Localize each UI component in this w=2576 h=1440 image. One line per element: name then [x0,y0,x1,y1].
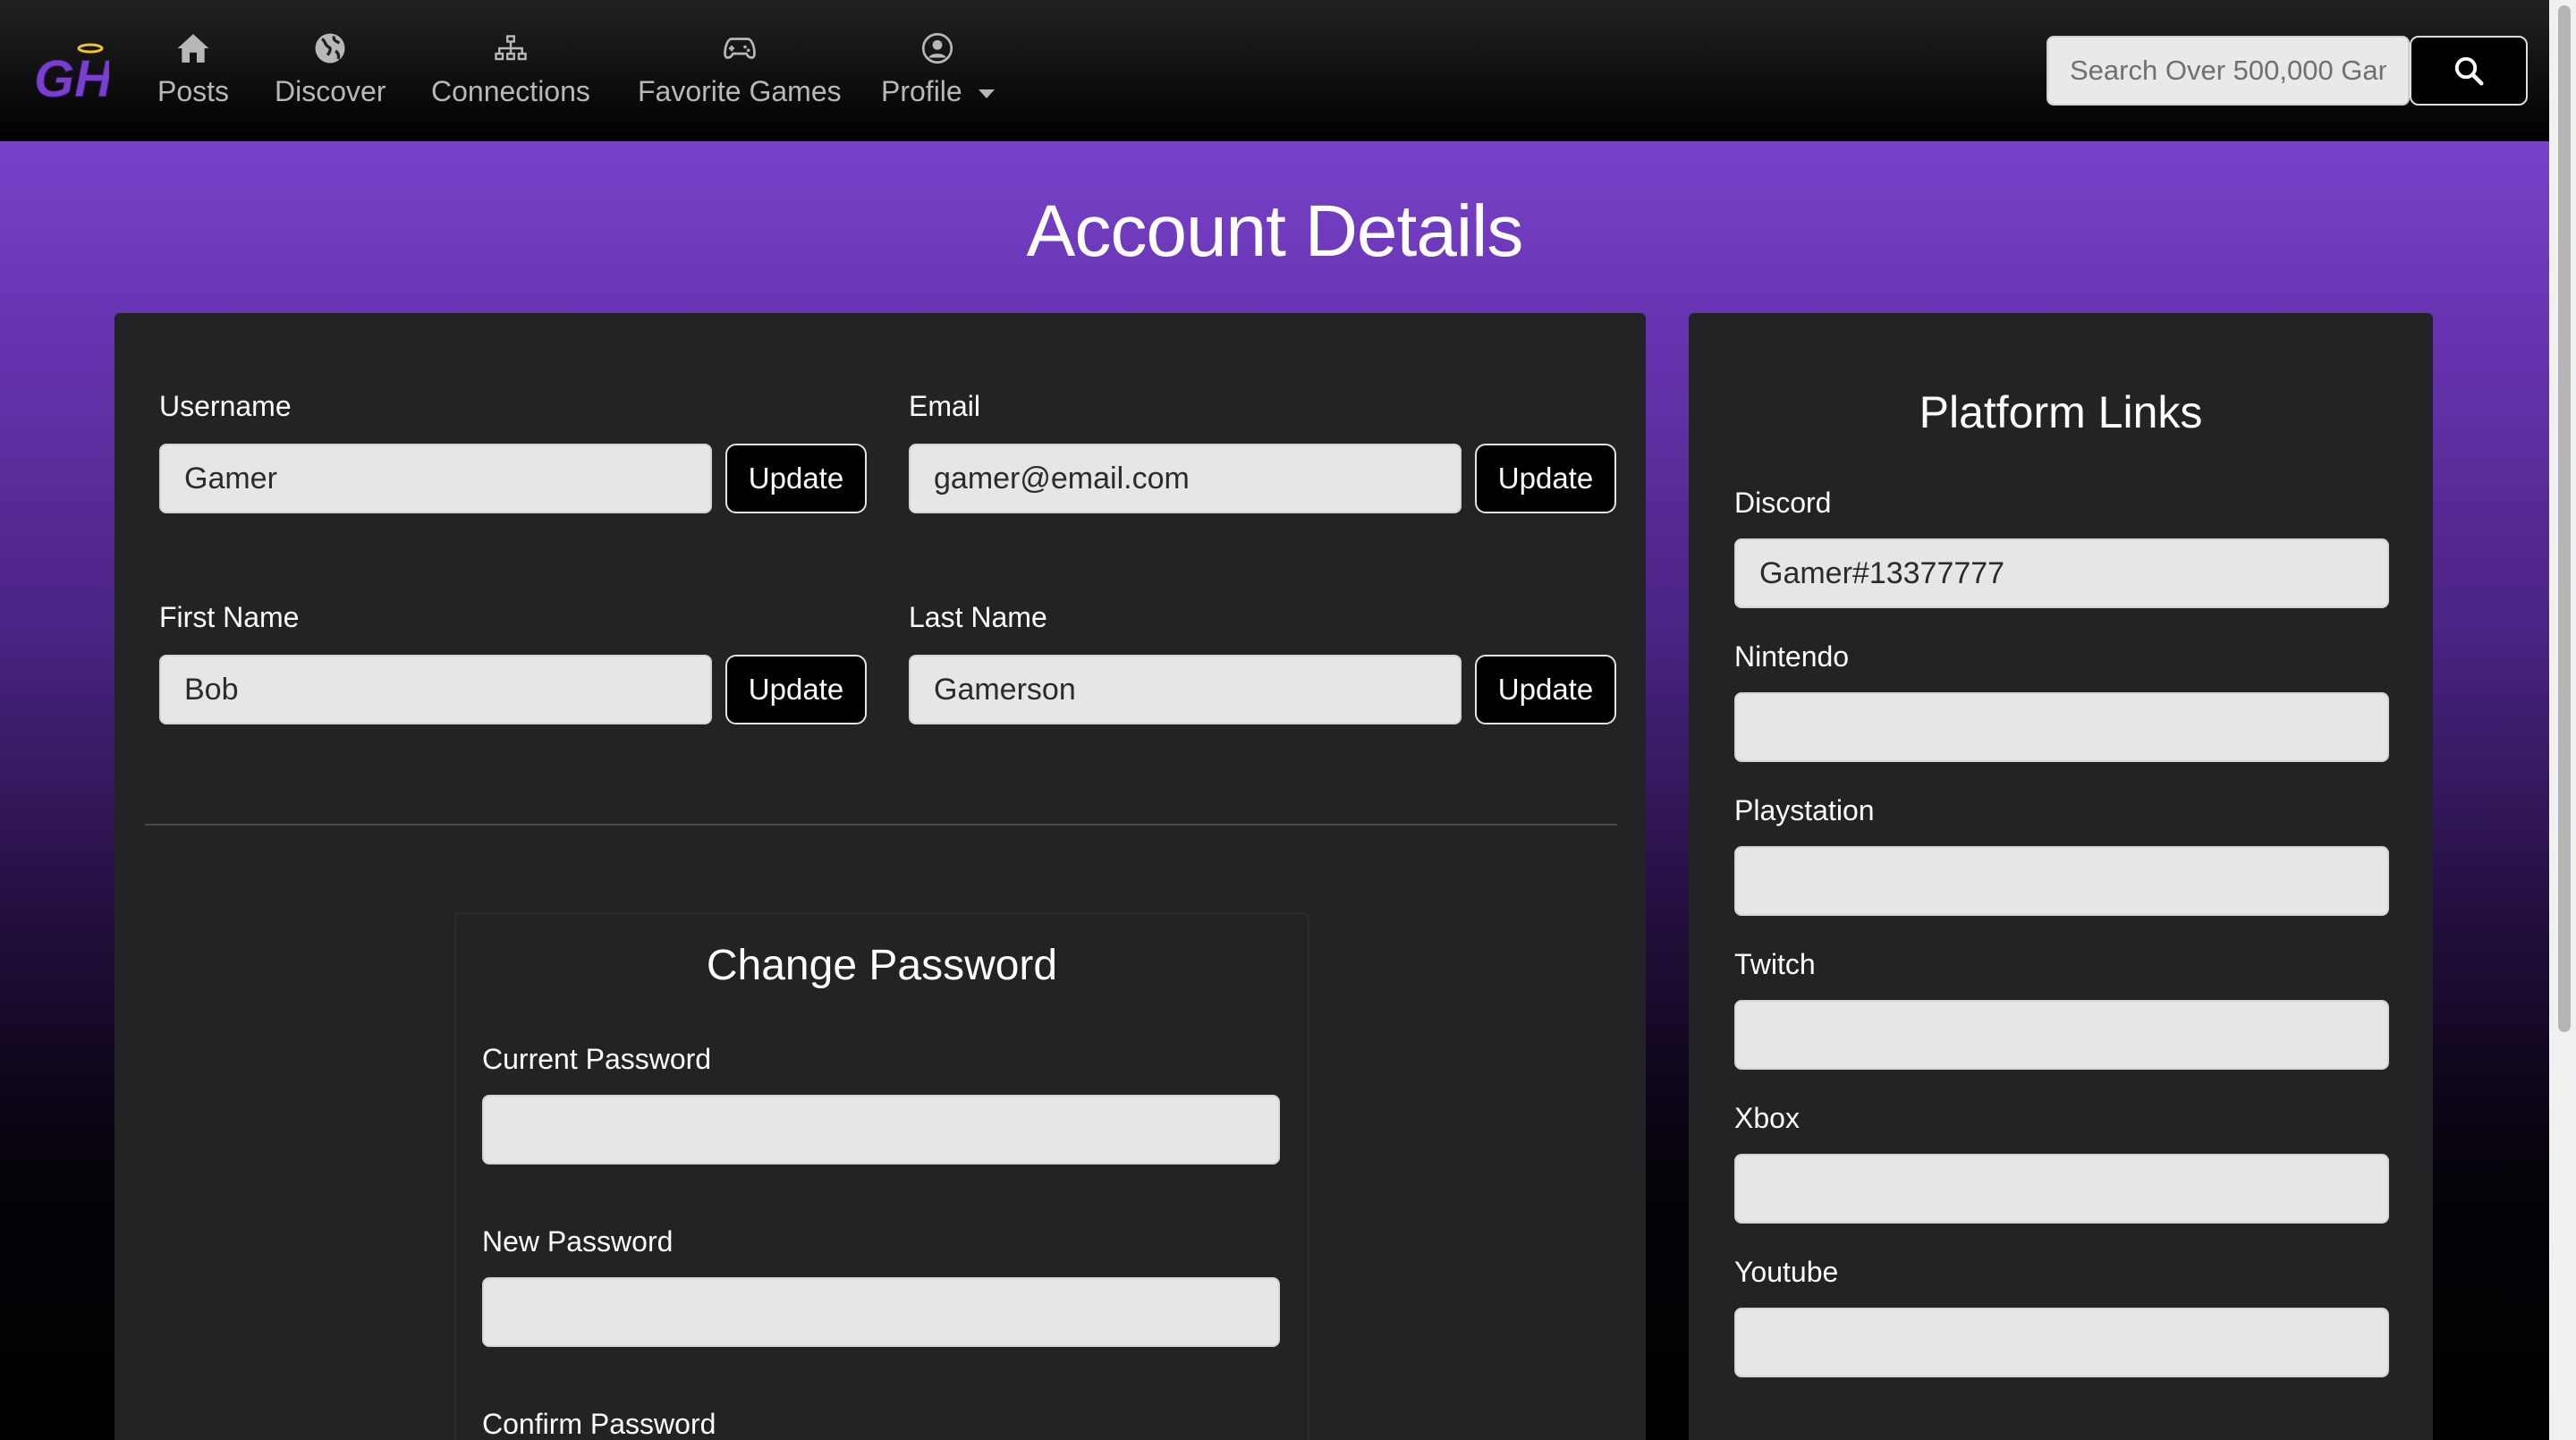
gh-logo[interactable]: GH [32,41,109,102]
nav-discover-label: Discover [275,75,386,107]
nav-posts-label: Posts [157,75,230,107]
new-password-field[interactable] [482,1277,1280,1347]
current-password-field[interactable] [482,1095,1280,1165]
discord-label: Discord [1734,487,1832,519]
youtube-field[interactable] [1734,1308,2389,1377]
chevron-down-icon [978,89,995,98]
nintendo-label: Nintendo [1734,640,1850,673]
youtube-label: Youtube [1734,1256,1839,1288]
current-password-label: Current Password [482,1043,712,1075]
nav-connections-label: Connections [431,75,590,107]
email-label: Email [909,390,981,422]
username-field[interactable] [159,444,712,513]
nintendo-field[interactable] [1734,692,2389,762]
last-name-field[interactable] [909,655,1462,724]
nav-favorite-games[interactable]: Favorite Games [638,30,842,116]
section-divider [145,824,1617,826]
update-username-button[interactable]: Update [725,444,867,513]
user-circle-icon [921,30,953,66]
xbox-field[interactable] [1734,1154,2389,1224]
xbox-label: Xbox [1734,1102,1800,1134]
username-label: Username [159,390,292,422]
update-email-button[interactable]: Update [1475,444,1616,513]
twitch-label: Twitch [1734,948,1816,980]
nav-profile-label: Profile [881,75,962,107]
search-icon [2454,56,2484,86]
update-last-name-button[interactable]: Update [1475,655,1616,724]
change-password-card [454,912,1309,1440]
first-name-field[interactable] [159,655,712,724]
globe-icon [314,30,346,66]
top-navbar: GH Posts Discover Connections Favorite G… [0,0,2549,141]
network-icon [495,30,527,66]
search-input[interactable] [2046,36,2410,106]
search-button[interactable] [2410,36,2528,106]
last-name-label: Last Name [909,601,1047,633]
update-first-name-button[interactable]: Update [725,655,867,724]
gamepad-icon [723,30,756,66]
home-icon [176,30,210,66]
page-title: Account Details [1026,191,1524,272]
confirm-password-label: Confirm Password [482,1408,716,1440]
nav-discover[interactable]: Discover [275,30,386,116]
logo-text: GH [34,50,109,102]
nav-posts[interactable]: Posts [157,30,229,116]
new-password-label: New Password [482,1225,674,1258]
nav-profile-dropdown[interactable]: Profile [881,30,995,116]
nav-favorite-games-label: Favorite Games [638,75,842,107]
playstation-field[interactable] [1734,846,2389,916]
nav-connections[interactable]: Connections [431,30,590,116]
discord-field[interactable] [1734,538,2389,608]
first-name-label: First Name [159,601,300,633]
twitch-field[interactable] [1734,1000,2389,1070]
change-password-title: Change Password [706,942,1058,989]
scrollbar-thumb[interactable] [2558,5,2571,1032]
platform-links-title: Platform Links [1919,387,2203,437]
playstation-label: Playstation [1734,794,1875,826]
email-field[interactable] [909,444,1462,513]
